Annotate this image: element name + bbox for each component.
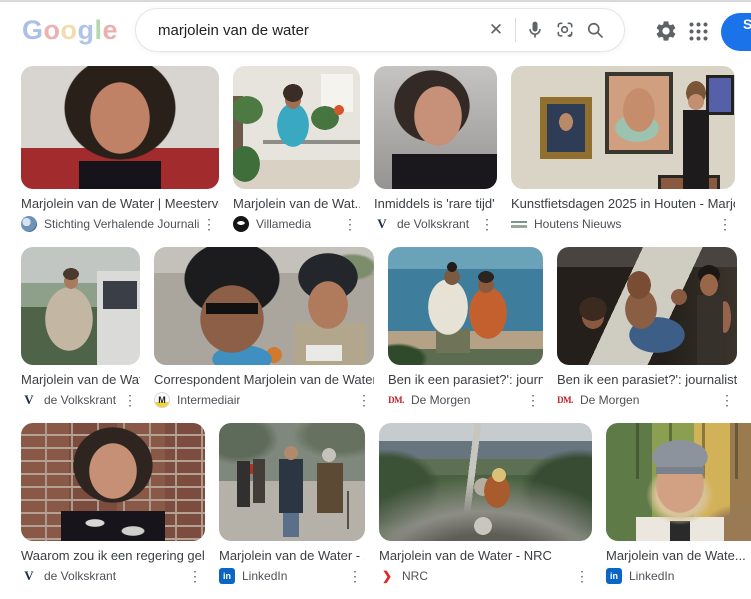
image-result[interactable]: Marjolein van de Wate... in LinkedIn ⋮ xyxy=(606,423,751,585)
sign-in-button[interactable]: Sign in xyxy=(721,13,751,51)
image-results-grid: Marjolein van de Water | Meestervert... … xyxy=(0,66,751,599)
more-options-icon[interactable]: ⋮ xyxy=(199,217,219,231)
image-result[interactable]: Ben ik een parasiet?': journalist ... DM… xyxy=(557,247,737,409)
clear-search-icon[interactable]: ✕ xyxy=(481,15,511,45)
result-source[interactable]: Intermediair xyxy=(177,393,240,407)
more-options-icon[interactable]: ⋮ xyxy=(185,569,205,583)
result-source[interactable]: De Morgen xyxy=(580,393,639,407)
result-image[interactable] xyxy=(379,423,592,541)
houtens-nieuws-favicon-icon xyxy=(511,216,527,232)
result-image[interactable] xyxy=(233,66,360,189)
result-source[interactable]: Houtens Nieuws xyxy=(534,217,621,231)
result-title[interactable]: Marjolein van de Water - NRC xyxy=(379,547,592,564)
linkedin-favicon-icon: in xyxy=(219,568,235,584)
more-options-icon[interactable]: ⋮ xyxy=(345,569,365,583)
result-title[interactable]: Waarom zou ik een regering gelov... xyxy=(21,547,205,564)
result-source[interactable]: Villamedia xyxy=(256,217,311,231)
image-result[interactable]: Waarom zou ik een regering gelov... V de… xyxy=(21,423,205,585)
result-source[interactable]: De Morgen xyxy=(411,393,470,407)
google-logo[interactable]: Google xyxy=(22,15,118,46)
image-result[interactable]: Ben ik een parasiet?': journ... DM. De M… xyxy=(388,247,543,409)
search-submit-icon[interactable] xyxy=(580,15,610,45)
result-source[interactable]: LinkedIn xyxy=(242,569,287,583)
result-source[interactable]: de Volkskrant xyxy=(44,393,116,407)
result-image[interactable] xyxy=(21,66,219,189)
result-source[interactable]: LinkedIn xyxy=(629,569,674,583)
settings-gear-icon[interactable] xyxy=(654,19,678,43)
result-image[interactable] xyxy=(388,247,543,365)
result-title[interactable]: Correspondent Marjolein van de Water: ..… xyxy=(154,371,374,388)
result-title[interactable]: Marjolein van de Wate... xyxy=(606,547,751,564)
search-bar-divider xyxy=(515,18,516,42)
nrc-favicon-icon: ❯ xyxy=(379,568,395,584)
more-options-icon[interactable]: ⋮ xyxy=(717,393,737,407)
result-image[interactable] xyxy=(154,247,374,365)
image-result[interactable]: Inmiddels is 'rare tijd' ... V de Volksk… xyxy=(374,66,497,233)
microphone-icon[interactable] xyxy=(520,15,550,45)
result-title[interactable]: Inmiddels is 'rare tijd' ... xyxy=(374,195,497,212)
more-options-icon[interactable]: ⋮ xyxy=(715,217,735,231)
result-image[interactable] xyxy=(21,423,205,541)
image-result[interactable]: Marjolein van de Wat... V de Volkskrant … xyxy=(21,247,140,409)
more-options-icon[interactable]: ⋮ xyxy=(523,393,543,407)
result-title[interactable]: Kunstfietsdagen 2025 in Houten - Marjol.… xyxy=(511,195,735,212)
de-morgen-favicon-icon: DM. xyxy=(557,392,573,408)
image-result[interactable]: Marjolein van de Wat... Villamedia ⋮ xyxy=(233,66,360,233)
villamedia-favicon-icon xyxy=(233,216,249,232)
result-image[interactable] xyxy=(606,423,751,541)
image-result[interactable]: Kunstfietsdagen 2025 in Houten - Marjol.… xyxy=(511,66,735,233)
result-source[interactable]: de Volkskrant xyxy=(44,569,116,583)
result-image[interactable] xyxy=(21,247,140,365)
image-result[interactable]: Marjolein van de Water | Meestervert... … xyxy=(21,66,219,233)
search-header: Google ✕ Sign in xyxy=(0,2,751,66)
google-lens-icon[interactable] xyxy=(550,15,580,45)
result-title[interactable]: Marjolein van de Water | Meestervert... xyxy=(21,195,219,212)
result-source[interactable]: Stichting Verhalende Journalistiek xyxy=(44,217,199,231)
de-morgen-favicon-icon: DM. xyxy=(388,392,404,408)
results-row-1: Marjolein van de Water | Meestervert... … xyxy=(0,66,751,233)
search-input[interactable] xyxy=(156,21,481,40)
stichting-favicon-icon xyxy=(21,216,37,232)
more-options-icon[interactable]: ⋮ xyxy=(120,393,140,407)
google-apps-grid-icon[interactable] xyxy=(689,22,708,41)
result-image[interactable] xyxy=(511,66,735,189)
image-result[interactable]: Marjolein van de Water - NRC ❯ NRC ⋮ xyxy=(379,423,592,585)
result-image[interactable] xyxy=(219,423,365,541)
volkskrant-favicon-icon: V xyxy=(21,392,37,408)
results-row-2: Marjolein van de Wat... V de Volkskrant … xyxy=(0,247,751,409)
image-result[interactable]: Marjolein van de Water - ... in LinkedIn… xyxy=(219,423,365,585)
more-options-icon[interactable]: ⋮ xyxy=(477,217,497,231)
volkskrant-favicon-icon: V xyxy=(374,216,390,232)
result-source[interactable]: de Volkskrant xyxy=(397,217,469,231)
result-title[interactable]: Marjolein van de Wat... xyxy=(21,371,140,388)
more-options-icon[interactable]: ⋮ xyxy=(572,569,592,583)
result-title[interactable]: Marjolein van de Water - ... xyxy=(219,547,365,564)
result-title[interactable]: Ben ik een parasiet?': journalist ... xyxy=(557,371,737,388)
more-options-icon[interactable]: ⋮ xyxy=(340,217,360,231)
more-options-icon[interactable]: ⋮ xyxy=(746,569,751,583)
intermediair-favicon-icon: M xyxy=(154,392,170,408)
volkskrant-favicon-icon: V xyxy=(21,568,37,584)
more-options-icon[interactable]: ⋮ xyxy=(354,393,374,407)
result-title[interactable]: Ben ik een parasiet?': journ... xyxy=(388,371,543,388)
image-result[interactable]: Correspondent Marjolein van de Water: ..… xyxy=(154,247,374,409)
result-image[interactable] xyxy=(557,247,737,365)
search-bar[interactable]: ✕ xyxy=(135,8,625,52)
result-image[interactable] xyxy=(374,66,497,189)
linkedin-favicon-icon: in xyxy=(606,568,622,584)
results-row-3: Waarom zou ik een regering gelov... V de… xyxy=(0,423,751,585)
result-source[interactable]: NRC xyxy=(402,569,428,583)
result-title[interactable]: Marjolein van de Wat... xyxy=(233,195,360,212)
